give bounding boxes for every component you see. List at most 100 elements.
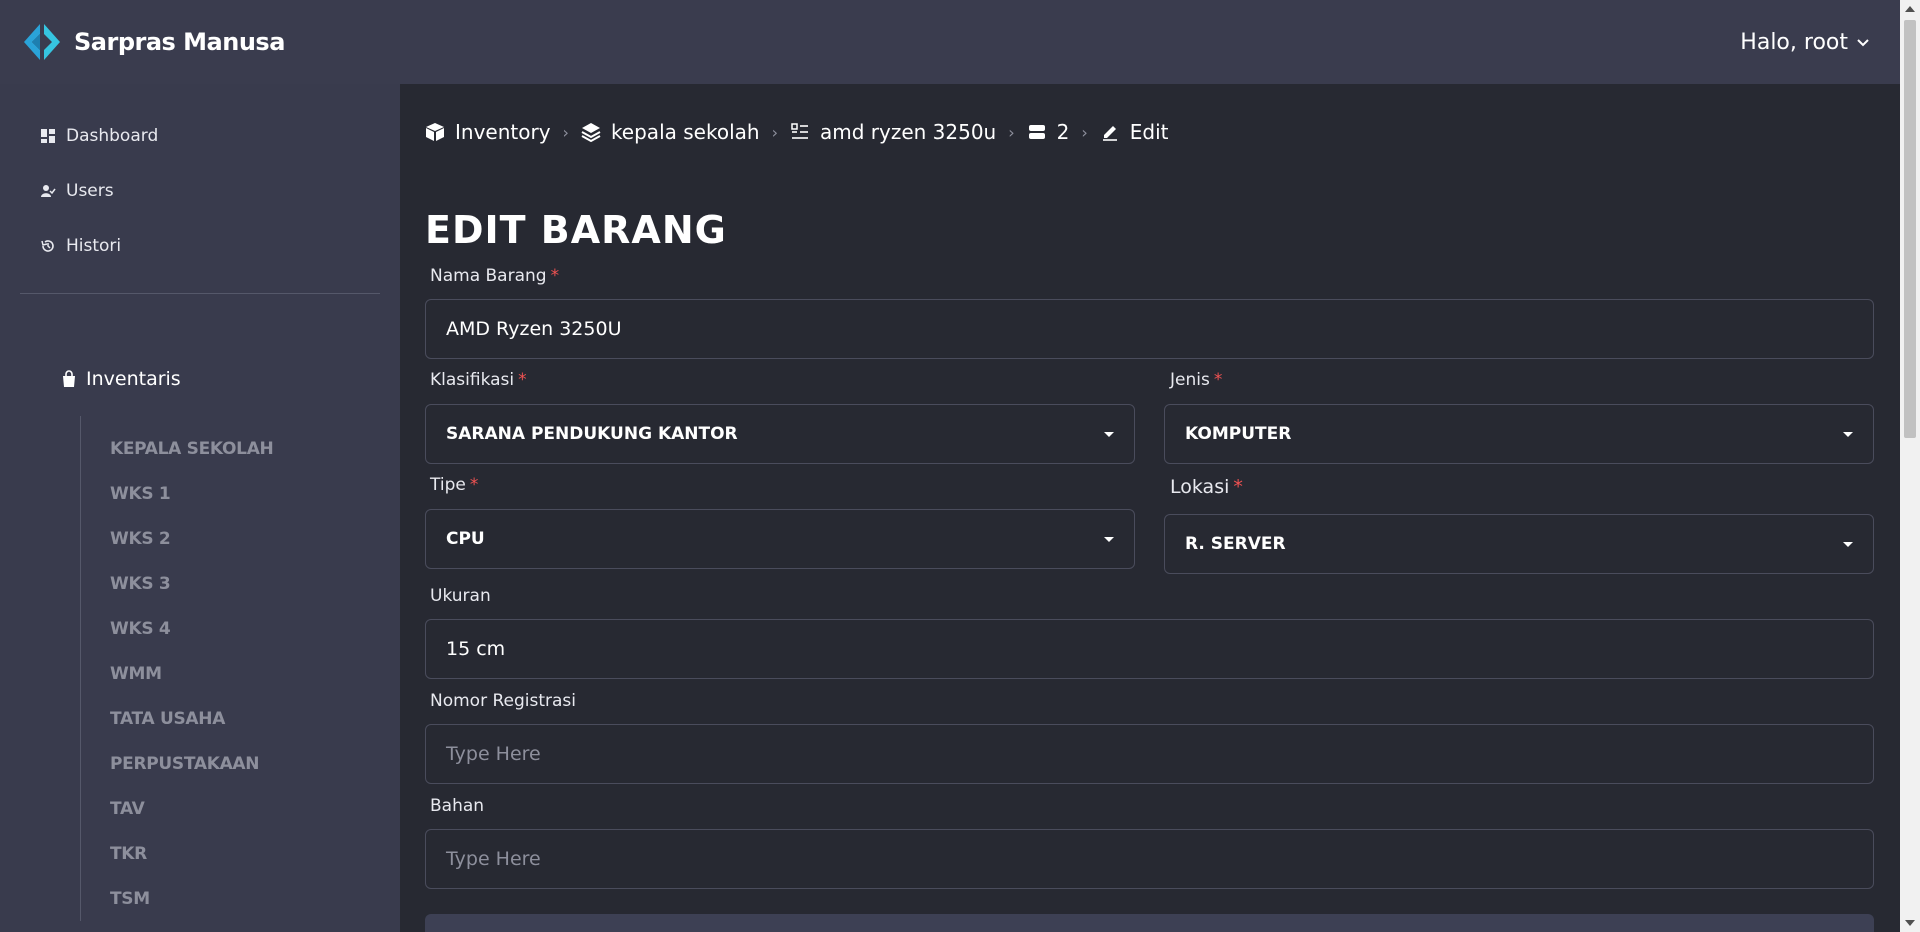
page-scrollbar[interactable] (1900, 0, 1920, 932)
user-check-icon (41, 184, 56, 197)
inventory-item[interactable]: PERPUSTAKAAN (110, 741, 400, 786)
nomor-registrasi-input[interactable]: Type Here (425, 724, 1874, 784)
select-value: SARANA PENDUKUNG KANTOR (446, 424, 738, 444)
field-label-text: Jenis (1170, 370, 1210, 390)
breadcrumb-label: kepala sekolah (610, 120, 760, 144)
ukuran-label: Ukuran (430, 586, 491, 606)
sidebar-item-label: Histori (66, 235, 122, 256)
inventory-item[interactable]: TAV (110, 786, 400, 831)
required-mark: * (1213, 370, 1223, 390)
breadcrumb-item-name[interactable]: amd ryzen 3250u (790, 120, 996, 144)
field-placeholder: Type Here (446, 848, 541, 870)
brand-name: Sarpras Manusa (74, 28, 285, 56)
caret-down-icon (1104, 536, 1114, 542)
tipe-select[interactable]: CPU (425, 509, 1135, 569)
field-label-text: Ukuran (430, 586, 491, 606)
caret-down-icon (1104, 431, 1114, 437)
user-menu[interactable]: Halo, root (1740, 30, 1878, 55)
chevron-right-icon: › (562, 122, 569, 142)
inventory-item[interactable]: WMM (110, 651, 400, 696)
sidebar-item-label: Dashboard (66, 125, 159, 146)
inventory-item[interactable]: WKS 3 (110, 561, 400, 606)
sidebar-item-histori[interactable]: Histori (0, 218, 400, 273)
history-icon (41, 239, 54, 252)
inventory-item[interactable]: TKR (110, 831, 400, 876)
main-content: Inventory › kepala sekolah › amd ryzen 3… (400, 84, 1900, 932)
bahan-input[interactable]: Type Here (425, 829, 1874, 889)
field-label-text: Nama Barang (430, 266, 547, 286)
edit-icon (1102, 126, 1117, 141)
inventory-list: KEPALA SEKOLAH WKS 1 WKS 2 WKS 3 WKS 4 W… (80, 416, 400, 921)
lokasi-select[interactable]: R. SERVER (1164, 514, 1874, 574)
inventory-title-label: Inventaris (86, 368, 181, 390)
breadcrumb-kepala-sekolah[interactable]: kepala sekolah (581, 120, 760, 144)
inventory-item[interactable]: WKS 4 (110, 606, 400, 651)
scrollbar-thumb[interactable] (1904, 20, 1916, 438)
layers-icon (581, 123, 601, 142)
shopping-bag-icon (63, 370, 75, 387)
sidebar-divider (20, 293, 380, 294)
sidebar-item-users[interactable]: Users (0, 163, 400, 218)
field-label-text: Lokasi (1170, 476, 1230, 498)
breadcrumb-inventory[interactable]: Inventory (425, 120, 551, 144)
brand-logo-icon (24, 24, 60, 60)
user-greeting: Halo, root (1740, 29, 1848, 55)
sidebar-item-label: Users (66, 180, 114, 201)
breadcrumb-unit[interactable]: 2 (1027, 120, 1070, 144)
field-label-text: Klasifikasi (430, 370, 515, 390)
jenis-select[interactable]: KOMPUTER (1164, 404, 1874, 464)
scroll-down-icon[interactable] (1905, 920, 1915, 926)
klasifikasi-select[interactable]: SARANA PENDUKUNG KANTOR (425, 404, 1135, 464)
sidebar: Dashboard Users Histori Inventaris KEPAL… (0, 84, 400, 932)
lokasi-label: Lokasi * (1170, 476, 1243, 498)
caret-down-icon (1843, 431, 1853, 437)
sidebar-item-dashboard[interactable]: Dashboard (0, 108, 400, 163)
inventory-item[interactable]: TATA USAHA (110, 696, 400, 741)
breadcrumb-label: Inventory (455, 120, 551, 144)
select-value: CPU (446, 529, 485, 549)
klasifikasi-label: Klasifikasi * (430, 370, 527, 390)
inventory-item[interactable]: WKS 2 (110, 516, 400, 561)
breadcrumb: Inventory › kepala sekolah › amd ryzen 3… (425, 120, 1169, 144)
select-value: KOMPUTER (1185, 424, 1292, 444)
field-label-text: Nomor Registrasi (430, 691, 577, 711)
chevron-down-icon (1857, 39, 1869, 47)
dashboard-icon (41, 128, 55, 143)
page-title: EDIT BARANG (425, 208, 727, 252)
inventory-item[interactable]: TSM (110, 876, 400, 921)
server-icon (1028, 125, 1045, 139)
caret-down-icon (1843, 541, 1853, 547)
sidebar-nav: Dashboard Users Histori (0, 84, 400, 273)
field-value: AMD Ryzen 3250U (446, 318, 622, 340)
breadcrumb-label: amd ryzen 3250u (819, 120, 997, 144)
scroll-up-icon[interactable] (1905, 6, 1915, 12)
nama-barang-label: Nama Barang * (430, 266, 559, 286)
chevron-right-icon: › (1081, 122, 1088, 142)
required-mark: * (550, 266, 560, 286)
nomor-registrasi-label: Nomor Registrasi (430, 691, 576, 711)
field-value: 15 cm (446, 638, 506, 660)
required-mark: * (518, 370, 527, 390)
breadcrumb-label: 2 (1056, 120, 1070, 144)
breadcrumb-label: Edit (1129, 120, 1169, 144)
field-label-text: Tipe (430, 475, 466, 495)
required-mark: * (1233, 476, 1243, 498)
list-icon (791, 123, 808, 139)
chevron-right-icon: › (771, 122, 778, 142)
brand[interactable]: Sarpras Manusa (22, 22, 285, 62)
select-value: R. SERVER (1185, 534, 1286, 554)
inventory-section-title[interactable]: Inventaris (0, 364, 400, 394)
submit-button[interactable] (425, 914, 1874, 932)
ukuran-input[interactable]: 15 cm (425, 619, 1874, 679)
tipe-label: Tipe * (430, 475, 478, 495)
field-label-text: Bahan (430, 796, 485, 816)
box-icon (426, 123, 444, 141)
breadcrumb-edit: Edit (1100, 120, 1169, 144)
nama-barang-input[interactable]: AMD Ryzen 3250U (425, 299, 1874, 359)
inventory-item[interactable]: KEPALA SEKOLAH (110, 426, 400, 471)
jenis-label: Jenis * (1170, 370, 1222, 390)
top-navbar: Sarpras Manusa Halo, root (0, 0, 1900, 84)
inventory-item[interactable]: WKS 1 (110, 471, 400, 516)
chevron-right-icon: › (1008, 122, 1015, 142)
field-placeholder: Type Here (446, 743, 541, 765)
